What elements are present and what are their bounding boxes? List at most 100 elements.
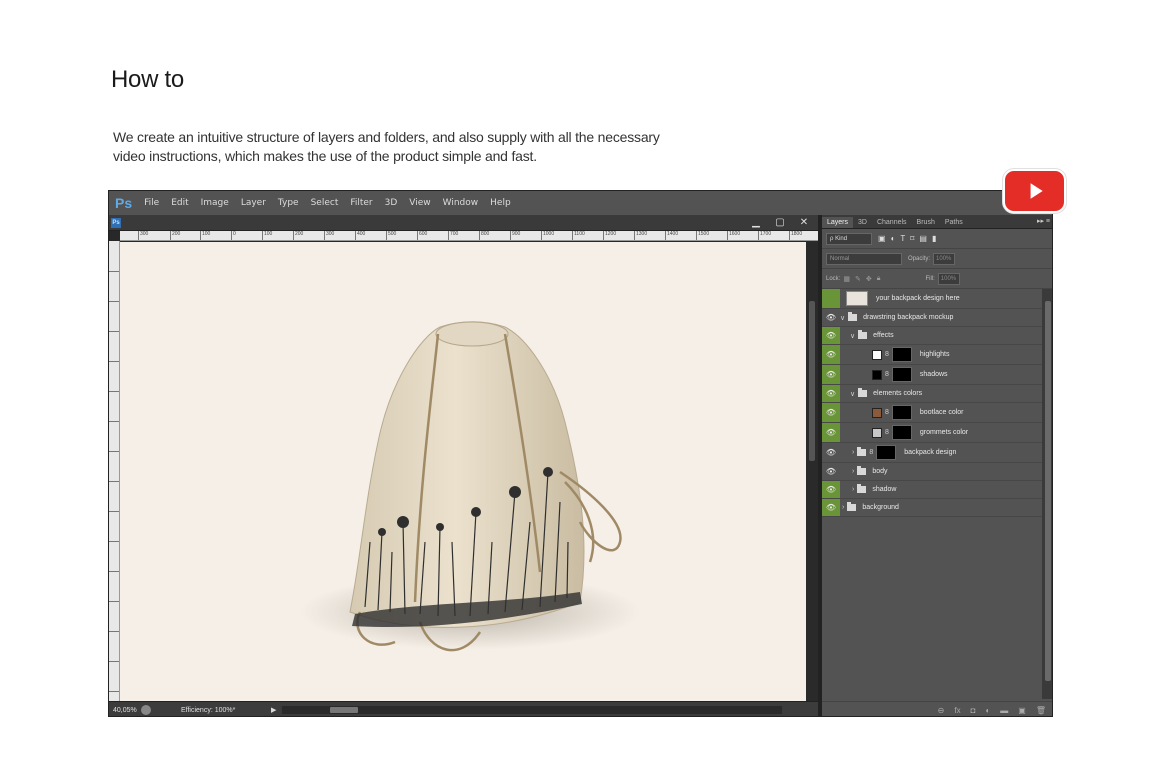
filter-kind-select[interactable]: ρ Kind bbox=[826, 232, 872, 245]
layer-row[interactable]: 👁︎ ∨ effects bbox=[822, 327, 1042, 345]
eye-icon[interactable]: 👁︎ bbox=[822, 365, 840, 384]
panel-menu-icon[interactable]: ▸▸ ≡ bbox=[1037, 217, 1050, 225]
menu-help[interactable]: Help bbox=[484, 198, 517, 208]
smart-object-thumbnail bbox=[846, 291, 868, 306]
zoom-level[interactable]: 40,05% bbox=[109, 707, 141, 714]
ruler-label: 300 bbox=[138, 231, 148, 240]
layer-style-icon[interactable]: fx bbox=[954, 706, 960, 715]
eye-icon[interactable]: 👁︎ bbox=[822, 385, 840, 402]
chevron-right-icon[interactable]: › bbox=[842, 504, 844, 511]
layers-panel-footer: ⊖ fx ◘ ◐ ▬ ▣ 🗑︎ bbox=[822, 701, 1052, 716]
tab-paths[interactable]: Paths bbox=[940, 217, 968, 228]
lock-brush-icon[interactable]: ✎ bbox=[855, 275, 861, 283]
minimize-button[interactable]: ▁ bbox=[744, 215, 768, 230]
blend-mode-select[interactable]: Normal bbox=[826, 252, 902, 265]
layer-row[interactable]: 👁︎ 8 grommets color bbox=[822, 423, 1042, 443]
layer-name: drawstring backpack mockup bbox=[863, 314, 954, 321]
eye-icon[interactable]: 👁︎ bbox=[822, 423, 840, 442]
layer-thumbnail bbox=[872, 427, 882, 438]
chevron-right-icon[interactable]: › bbox=[852, 449, 854, 456]
folder-icon bbox=[858, 388, 868, 397]
chevron-right-icon[interactable]: › bbox=[852, 486, 854, 493]
layer-row[interactable]: 👁︎ › shadow bbox=[822, 481, 1042, 499]
filter-smart-icon[interactable]: ▤ bbox=[919, 234, 927, 243]
menu-type[interactable]: Type bbox=[272, 198, 305, 208]
eye-icon[interactable]: 👁︎ bbox=[822, 481, 840, 498]
menu-file[interactable]: File bbox=[138, 198, 165, 208]
tab-layers[interactable]: Layers bbox=[822, 217, 854, 228]
blend-row: Normal Opacity: 100% bbox=[822, 249, 1052, 269]
layer-row[interactable]: 👁︎ › 8 backpack design bbox=[822, 443, 1042, 463]
new-group-icon[interactable]: ▬ bbox=[1000, 706, 1008, 715]
panel-tab-bar: Layers 3D Channels Brush Paths ▸▸ ≡ bbox=[822, 215, 1052, 229]
filter-type-icon[interactable]: T bbox=[900, 234, 905, 243]
status-menu-arrow-icon[interactable]: ▶ bbox=[271, 706, 276, 714]
layer-name: bootlace color bbox=[919, 409, 964, 416]
lock-move-icon[interactable]: ✥ bbox=[866, 275, 872, 283]
chevron-down-icon[interactable]: ∨ bbox=[840, 314, 845, 322]
link-layers-icon[interactable]: ⊖ bbox=[938, 706, 945, 715]
layer-row[interactable]: 👁︎ › body bbox=[822, 463, 1042, 481]
document-horizontal-scrollbar[interactable] bbox=[282, 706, 783, 714]
document-vertical-scrollbar[interactable] bbox=[806, 241, 818, 701]
filter-adjustment-icon[interactable]: ◐ bbox=[891, 234, 896, 243]
menu-window[interactable]: Window bbox=[437, 198, 485, 208]
ruler-label: 700 bbox=[448, 231, 458, 240]
document-status-bar: 40,05% Efficiency: 100%* ▶ bbox=[109, 701, 818, 716]
opacity-input[interactable]: 100% bbox=[933, 252, 956, 265]
layer-row[interactable]: your backpack design here bbox=[822, 289, 1042, 309]
adjustment-layer-icon[interactable]: ◐ bbox=[985, 706, 990, 715]
tab-brush[interactable]: Brush bbox=[912, 217, 940, 228]
tab-3d[interactable]: 3D bbox=[853, 217, 872, 228]
layer-row[interactable]: 👁︎ ∨ drawstring backpack mockup bbox=[822, 309, 1042, 327]
menu-view[interactable]: View bbox=[403, 198, 436, 208]
eye-icon[interactable]: 👁︎ bbox=[822, 345, 840, 364]
eye-icon[interactable]: 👁︎ bbox=[822, 309, 840, 326]
menu-image[interactable]: Image bbox=[195, 198, 235, 208]
filter-pixel-icon[interactable]: ▣ bbox=[878, 234, 886, 243]
description-line-1: We create an intuitive structure of laye… bbox=[113, 129, 660, 145]
visibility-toggle[interactable] bbox=[822, 289, 840, 308]
tab-channels[interactable]: Channels bbox=[872, 217, 912, 228]
status-info-icon[interactable] bbox=[141, 705, 151, 715]
youtube-play-button[interactable] bbox=[1003, 169, 1066, 213]
fill-input[interactable]: 100% bbox=[937, 272, 960, 285]
eye-icon[interactable]: 👁︎ bbox=[822, 327, 840, 344]
eye-icon[interactable]: 👁︎ bbox=[822, 403, 840, 422]
layers-scrollbar[interactable] bbox=[1042, 289, 1052, 699]
ruler-label: 300 bbox=[324, 231, 334, 240]
lock-transparent-icon[interactable]: ▦ bbox=[843, 275, 850, 283]
trash-icon[interactable]: 🗑︎ bbox=[1036, 706, 1046, 715]
menu-3d[interactable]: 3D bbox=[379, 198, 404, 208]
photoshop-logo: Ps bbox=[115, 195, 133, 211]
add-mask-icon[interactable]: ◘ bbox=[971, 706, 976, 715]
eye-icon[interactable]: 👁︎ bbox=[822, 499, 840, 516]
maximize-button[interactable]: ▢ bbox=[768, 215, 792, 230]
eye-icon[interactable]: 👁︎ bbox=[822, 443, 840, 462]
menu-filter[interactable]: Filter bbox=[344, 198, 378, 208]
layer-row[interactable]: 👁︎ 8 bootlace color bbox=[822, 403, 1042, 423]
lock-all-icon[interactable]: 🔒︎ bbox=[877, 275, 881, 283]
menu-layer[interactable]: Layer bbox=[235, 198, 272, 208]
layer-row[interactable]: 👁︎ › background bbox=[822, 499, 1042, 517]
eye-icon[interactable]: 👁︎ bbox=[822, 463, 840, 480]
ruler-label: 1500 bbox=[696, 231, 709, 240]
menu-edit[interactable]: Edit bbox=[165, 198, 194, 208]
document-canvas[interactable] bbox=[120, 242, 806, 701]
close-button[interactable]: ✕ bbox=[792, 215, 816, 230]
layer-row[interactable]: 👁︎ 8 shadows bbox=[822, 365, 1042, 385]
new-layer-icon[interactable]: ▣ bbox=[1018, 706, 1026, 715]
folder-icon bbox=[847, 502, 857, 511]
layer-row[interactable]: 👁︎ 8 highlights bbox=[822, 345, 1042, 365]
layer-name: highlights bbox=[919, 351, 950, 358]
layer-row[interactable]: 👁︎ ∨ elements colors bbox=[822, 385, 1042, 403]
chain-link-icon: 8 bbox=[885, 409, 889, 416]
filter-toggle-icon[interactable]: ▮ bbox=[932, 234, 936, 243]
ruler-label: 200 bbox=[293, 231, 303, 240]
menu-select[interactable]: Select bbox=[305, 198, 345, 208]
filter-shape-icon[interactable]: ⌑ bbox=[910, 234, 914, 243]
chevron-down-icon[interactable]: ∨ bbox=[850, 390, 855, 398]
chevron-right-icon[interactable]: › bbox=[852, 468, 854, 475]
ruler-label: 1400 bbox=[665, 231, 678, 240]
chevron-down-icon[interactable]: ∨ bbox=[850, 332, 855, 340]
